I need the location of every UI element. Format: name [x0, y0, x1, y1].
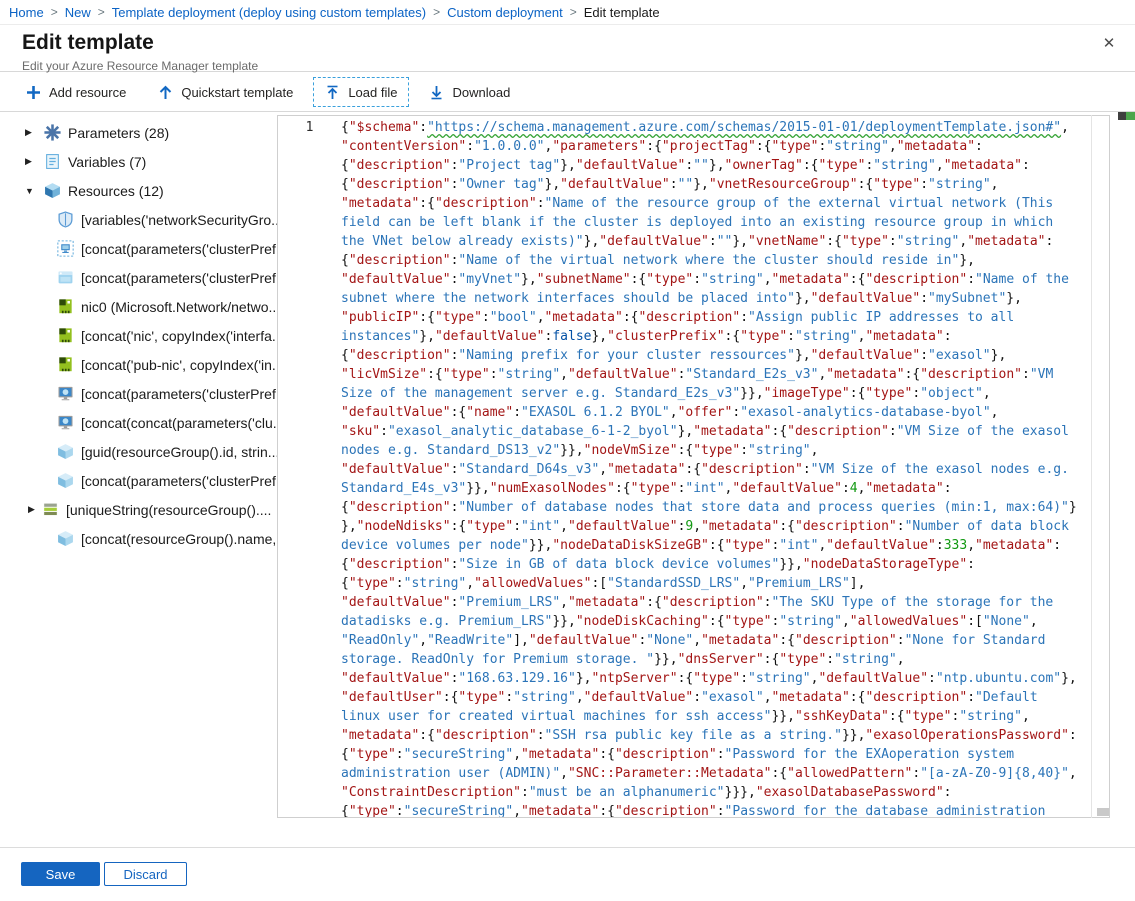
- tree-group-variables[interactable]: Variables (7): [0, 147, 277, 176]
- breadcrumb-separator: >: [51, 5, 58, 19]
- code-content[interactable]: {"$schema":"https://schema.management.az…: [341, 116, 1088, 817]
- resources-icon: [44, 182, 61, 199]
- download-icon: [429, 85, 444, 100]
- tree-item-resource[interactable]: [concat(parameters('clusterPref...: [0, 466, 277, 495]
- breadcrumb-custom-deployment[interactable]: Custom deployment: [447, 5, 563, 20]
- vm-icon: [57, 414, 74, 431]
- breadcrumb-separator: >: [433, 5, 440, 19]
- tree-item-resource[interactable]: [concat('nic', copyIndex('interfa...: [0, 321, 277, 350]
- ruler-dark-segment: [1118, 112, 1126, 120]
- save-button[interactable]: Save: [21, 862, 100, 886]
- cube-icon: [57, 443, 74, 460]
- nic-icon: [57, 298, 74, 315]
- line-number-gutter: 1: [278, 116, 341, 817]
- breadcrumb-new[interactable]: New: [65, 5, 91, 20]
- download-label: Download: [452, 85, 510, 100]
- overview-ruler-marker: [1118, 112, 1135, 120]
- line-number: 1: [306, 120, 314, 135]
- upload-icon: [325, 85, 340, 100]
- breadcrumb-home[interactable]: Home: [9, 5, 44, 20]
- breadcrumb-separator: >: [570, 5, 577, 19]
- cube-icon: [57, 472, 74, 489]
- download-button[interactable]: Download: [417, 77, 522, 107]
- plus-icon: [26, 85, 41, 100]
- breadcrumb: Home > New > Template deployment (deploy…: [0, 0, 1135, 25]
- tree-group-parameters[interactable]: Parameters (28): [0, 118, 277, 147]
- quickstart-template-label: Quickstart template: [181, 85, 293, 100]
- variables-icon: [44, 153, 61, 170]
- arrow-up-icon: [158, 85, 173, 100]
- main-content: Parameters (28) Variables (7) Resources …: [0, 112, 1135, 847]
- close-icon[interactable]: ✕: [1097, 31, 1121, 55]
- discard-button[interactable]: Discard: [104, 862, 187, 886]
- add-resource-label: Add resource: [49, 85, 126, 100]
- toolbar: Add resource Quickstart template Load fi…: [0, 73, 1135, 112]
- quickstart-template-button[interactable]: Quickstart template: [146, 77, 305, 107]
- ruler-green-segment: [1126, 112, 1135, 120]
- tree-item-resource[interactable]: [uniqueString(resourceGroup()....: [0, 495, 277, 524]
- window-icon: [57, 269, 74, 286]
- chevron-right-icon[interactable]: [25, 127, 44, 138]
- stack-icon: [42, 501, 59, 518]
- tree-item-resource[interactable]: [concat(parameters('clusterPref...: [0, 379, 277, 408]
- tree-item-resource[interactable]: [guid(resourceGroup().id, strin...: [0, 437, 277, 466]
- chevron-right-icon[interactable]: [28, 504, 42, 515]
- load-file-button[interactable]: Load file: [313, 77, 409, 107]
- add-resource-button[interactable]: Add resource: [14, 77, 138, 107]
- template-tree: Parameters (28) Variables (7) Resources …: [0, 112, 277, 847]
- breadcrumb-separator: >: [98, 5, 105, 19]
- parameters-icon: [44, 124, 61, 141]
- shield-icon: [57, 211, 74, 228]
- breadcrumb-template-deployment[interactable]: Template deployment (deploy using custom…: [112, 5, 426, 20]
- footer-bar: Save Discard: [0, 847, 1135, 901]
- load-file-label: Load file: [348, 85, 397, 100]
- tree-item-resource[interactable]: [concat('pub-nic', copyIndex('in...: [0, 350, 277, 379]
- tree-item-resource[interactable]: [concat(concat(parameters('clu...: [0, 408, 277, 437]
- page-subtitle: Edit your Azure Resource Manager templat…: [22, 59, 258, 73]
- breadcrumb-edit-template: Edit template: [584, 5, 660, 20]
- code-editor[interactable]: 1 {"$schema":"https://schema.management.…: [277, 115, 1110, 818]
- tree-group-resources[interactable]: Resources (12): [0, 176, 277, 205]
- vm-icon: [57, 385, 74, 402]
- tree-item-resource[interactable]: [concat(parameters('clusterPref...: [0, 263, 277, 292]
- tree-item-resource[interactable]: nic0 (Microsoft.Network/netwo...: [0, 292, 277, 321]
- availability-set-icon: [57, 240, 74, 257]
- cube-icon: [57, 530, 74, 547]
- tree-item-resource[interactable]: [concat(resourceGroup().name,...: [0, 524, 277, 553]
- editor-scrollbar[interactable]: [1091, 115, 1092, 818]
- tree-item-resource[interactable]: [concat(parameters('clusterPref...: [0, 234, 277, 263]
- tree-item-resource[interactable]: [variables('networkSecurityGro...: [0, 205, 277, 234]
- chevron-right-icon[interactable]: [25, 156, 44, 167]
- page-header: Edit template Edit your Azure Resource M…: [0, 25, 1135, 72]
- scrollbar-thumb[interactable]: [1097, 808, 1109, 816]
- nic-icon: [57, 356, 74, 373]
- nic-icon: [57, 327, 74, 344]
- page-title: Edit template: [22, 31, 154, 55]
- chevron-down-icon[interactable]: [25, 186, 44, 196]
